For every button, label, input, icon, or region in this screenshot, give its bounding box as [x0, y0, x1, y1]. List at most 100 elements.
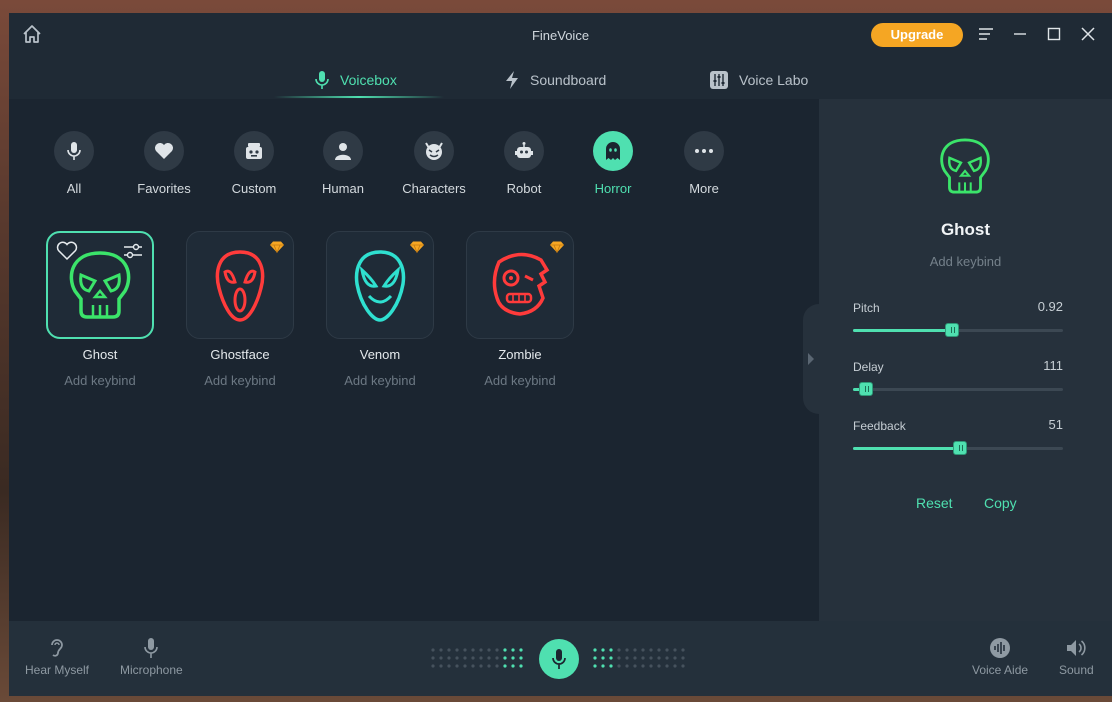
category-more[interactable]: More	[664, 131, 744, 196]
category-favorites[interactable]: Favorites	[124, 131, 204, 196]
level-dot	[447, 664, 451, 668]
slider-track[interactable]	[853, 323, 1063, 337]
category-custom[interactable]: Custom	[214, 131, 294, 196]
sound-button[interactable]: Sound	[1059, 637, 1094, 677]
level-dot	[657, 664, 661, 668]
category-icon-wrap	[323, 131, 363, 171]
maximize-icon[interactable]	[1045, 25, 1063, 43]
hear-myself-button[interactable]: Hear Myself	[25, 637, 89, 677]
add-keybind-link[interactable]: Add keybind	[186, 373, 294, 388]
slider-fill	[853, 447, 961, 450]
voice-name: Venom	[359, 347, 401, 362]
title-bar: FineVoice Upgrade Voicebox Soundboard Vo…	[9, 13, 1112, 99]
heart-icon	[155, 143, 173, 159]
level-dot	[665, 648, 669, 652]
voice-aide-label: Voice Aide	[972, 663, 1029, 677]
level-dot	[593, 648, 597, 652]
premium-gem-icon	[410, 241, 424, 253]
custom-voice-icon	[246, 143, 262, 159]
voice-name: Ghostface	[210, 347, 270, 362]
microphone-icon	[315, 71, 329, 89]
slider-thumb[interactable]	[858, 382, 873, 396]
category-icon-wrap	[144, 131, 184, 171]
tab-soundboard[interactable]: Soundboard	[504, 61, 606, 99]
devil-icon	[425, 142, 443, 160]
mixer-icon	[710, 71, 728, 89]
level-dot	[455, 648, 459, 652]
delay-slider: Delay 111	[853, 358, 1063, 396]
close-icon[interactable]	[1079, 25, 1097, 43]
menu-icon[interactable]	[977, 25, 995, 43]
category-robot[interactable]: Robot	[484, 131, 564, 196]
zombie-face-icon	[492, 252, 550, 316]
category-characters[interactable]: Characters	[394, 131, 474, 196]
skull-icon	[940, 138, 990, 194]
slider-thumb[interactable]	[944, 323, 959, 337]
level-dot	[617, 648, 621, 652]
level-dot	[593, 656, 597, 660]
copy-button[interactable]: Copy	[984, 495, 1017, 511]
category-label: All	[66, 181, 82, 196]
voice-card-venom[interactable]	[326, 231, 434, 339]
level-dot	[479, 664, 483, 668]
reset-button[interactable]: Reset	[916, 495, 953, 511]
slider-fill	[853, 329, 952, 332]
voice-card-ghostface[interactable]	[186, 231, 294, 339]
voice-changer-toggle[interactable]	[539, 639, 579, 679]
level-dot	[657, 656, 661, 660]
category-icon-wrap	[684, 131, 724, 171]
category-human[interactable]: Human	[303, 131, 383, 196]
level-dot	[625, 656, 629, 660]
lightning-icon	[506, 71, 518, 89]
ghost-icon	[606, 142, 620, 160]
tab-voicebox[interactable]: Voicebox	[314, 61, 397, 99]
bottom-bar: Hear Myself Microphone Voice Aide Sound	[9, 621, 1112, 696]
level-dot	[511, 648, 515, 652]
level-dot	[681, 648, 685, 652]
level-dot	[503, 648, 507, 652]
microphone-button[interactable]: Microphone	[120, 637, 183, 677]
level-dot	[463, 664, 467, 668]
tab-voice-labo[interactable]: Voice Labo	[709, 61, 808, 99]
level-dot	[601, 656, 605, 660]
level-dot	[431, 656, 435, 660]
microphone-icon	[144, 638, 159, 658]
microphone-icon	[552, 649, 566, 669]
level-dot	[673, 664, 677, 668]
level-dot	[593, 664, 597, 668]
level-dot	[487, 656, 491, 660]
slider-thumb[interactable]	[953, 441, 968, 455]
category-label: More	[689, 181, 719, 196]
add-keybind-link[interactable]: Add keybind	[326, 373, 434, 388]
level-dot	[463, 656, 467, 660]
level-dot	[487, 664, 491, 668]
level-dot	[609, 656, 613, 660]
slider-track[interactable]	[853, 441, 1063, 455]
level-dot	[447, 656, 451, 660]
category-horror[interactable]: Horror	[573, 131, 653, 196]
collapse-panel-handle[interactable]	[803, 304, 819, 414]
level-dot	[455, 664, 459, 668]
minimize-icon[interactable]	[1011, 25, 1029, 43]
voice-aide-button[interactable]: Voice Aide	[972, 637, 1028, 677]
level-dot	[495, 648, 499, 652]
slider-track[interactable]	[853, 382, 1063, 396]
voice-aide-icon	[990, 638, 1011, 658]
add-keybind-link[interactable]: Add keybind	[819, 254, 1112, 269]
voice-card-zombie[interactable]	[466, 231, 574, 339]
category-label: Robot	[506, 181, 542, 196]
sound-label: Sound	[1059, 663, 1094, 677]
category-all[interactable]: All	[34, 131, 114, 196]
add-keybind-link[interactable]: Add keybind	[466, 373, 574, 388]
add-keybind-link[interactable]: Add keybind	[46, 373, 154, 388]
voice-item-zombie: Zombie Add keybind	[466, 231, 574, 388]
speaker-icon	[1067, 640, 1086, 656]
upgrade-button[interactable]: Upgrade	[871, 23, 963, 47]
voice-card-ghost[interactable]	[46, 231, 154, 339]
category-label: Characters	[402, 181, 466, 196]
level-dot	[431, 648, 435, 652]
level-dot	[439, 664, 443, 668]
main-tabs: Voicebox Soundboard Voice Labo	[9, 61, 1112, 99]
premium-gem-icon	[270, 241, 284, 253]
level-dot	[617, 664, 621, 668]
